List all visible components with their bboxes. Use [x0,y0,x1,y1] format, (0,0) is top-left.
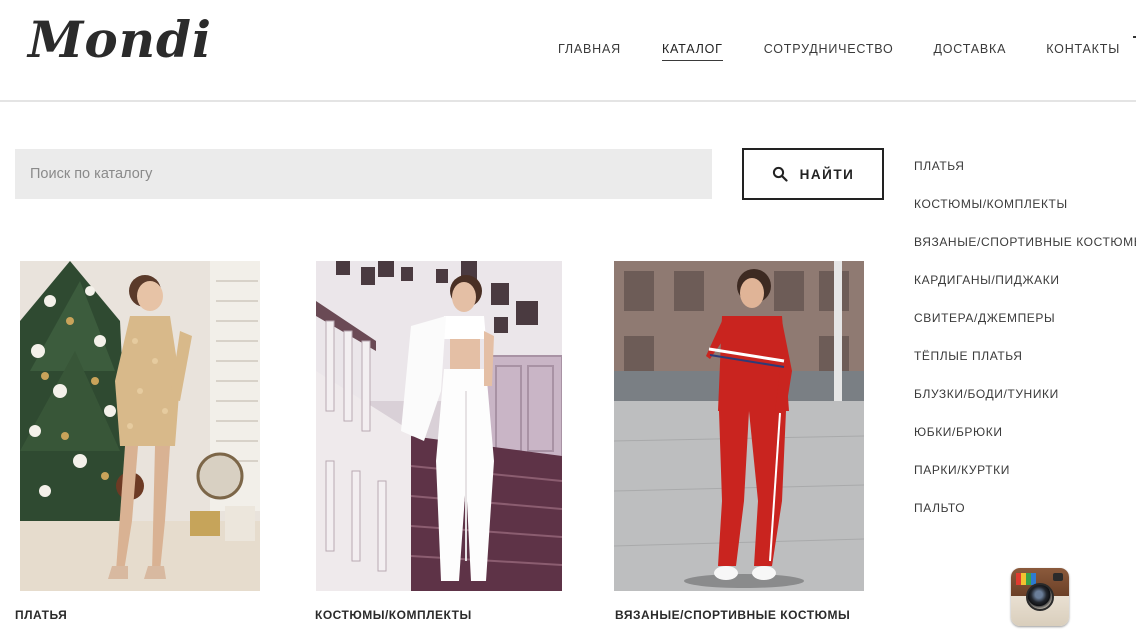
search-icon [772,166,788,182]
nav-link-contacts[interactable]: КОНТАКТЫ [1046,42,1120,61]
product-title-sport-suits[interactable]: ВЯЗАНЫЕ/СПОРТИВНЫЕ КОСТЮМЫ [615,608,850,622]
instagram-icon-flash [1053,573,1063,581]
search-button[interactable]: НАЙТИ [742,148,884,200]
sidebar-item-skirts-trousers[interactable]: ЮБКИ/БРЮКИ [914,424,1136,462]
site-header: Mondi ГЛАВНАЯ КАТАЛОГ СОТРУДНИЧЕСТВО ДОС… [0,0,1136,102]
nav-link-home[interactable]: ГЛАВНАЯ [558,42,621,61]
sidebar-item-blouses[interactable]: БЛУЗКИ/БОДИ/ТУНИКИ [914,386,1136,424]
sidebar-item-coats[interactable]: ПАЛЬТО [914,500,1136,538]
instagram-icon[interactable] [1011,568,1069,626]
sidebar-item-sweaters[interactable]: СВИТЕРА/ДЖЕМПЕРЫ [914,310,1136,348]
product-title-suits[interactable]: КОСТЮМЫ/КОМПЛЕКТЫ [315,608,472,622]
sidebar-item-warm-dresses[interactable]: ТЁПЛЫЕ ПЛАТЬЯ [914,348,1136,386]
search-button-label: НАЙТИ [799,166,855,182]
product-title-dresses[interactable]: ПЛАТЬЯ [15,608,67,622]
product-photo-sport-suits[interactable] [614,261,864,591]
catalog-search-input[interactable] [15,149,712,199]
sidebar-item-cardigans[interactable]: КАРДИГАНЫ/ПИДЖАКИ [914,272,1136,310]
nav-link-catalog[interactable]: КАТАЛОГ [661,42,723,61]
sidebar-item-suits[interactable]: КОСТЮМЫ/КОМПЛЕКТЫ [914,196,1136,234]
sidebar-item-knit-sport-suits[interactable]: ВЯЗАНЫЕ/СПОРТИВНЫЕ КОСТЮМЫ [914,234,1136,272]
main-nav: ГЛАВНАЯ КАТАЛОГ СОТРУДНИЧЕСТВО ДОСТАВКА … [558,42,1120,61]
product-photo-dresses[interactable] [20,261,260,591]
instagram-icon-lens [1026,583,1054,611]
nav-link-delivery[interactable]: ДОСТАВКА [934,42,1007,61]
sidebar-item-parkas[interactable]: ПАРКИ/КУРТКИ [914,462,1136,500]
category-sidebar: ПЛАТЬЯ КОСТЮМЫ/КОМПЛЕКТЫ ВЯЗАНЫЕ/СПОРТИВ… [914,158,1136,538]
instagram-icon-stripes [1016,572,1036,585]
sidebar-item-dresses[interactable]: ПЛАТЬЯ [914,158,1136,196]
product-photo-suits[interactable] [316,261,562,591]
nav-link-cooperation[interactable]: СОТРУДНИЧЕСТВО [764,42,894,61]
site-logo[interactable]: Mondi [28,10,212,69]
